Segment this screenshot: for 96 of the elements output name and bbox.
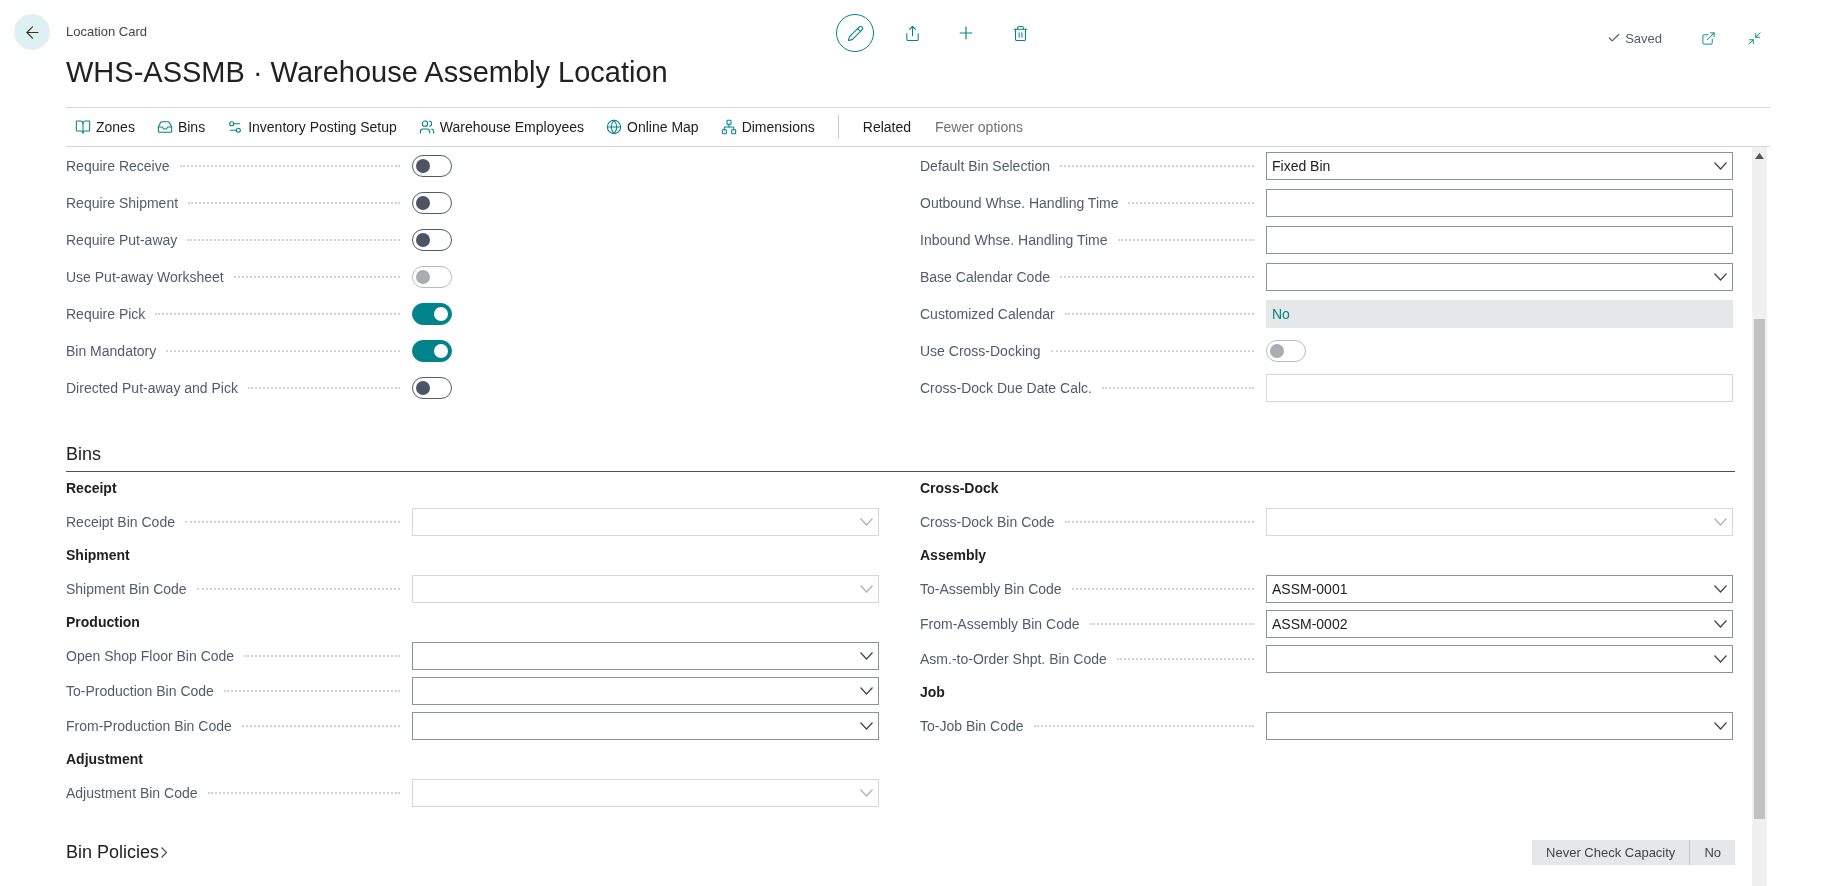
toggle-switch[interactable] (412, 191, 452, 214)
field-label: Use Put-away Worksheet (66, 268, 224, 285)
group-title: Receipt (66, 479, 118, 498)
summary-value: Never Check Capacity (1545, 844, 1677, 862)
dropdown-field[interactable] (1266, 644, 1733, 673)
tray-icon (156, 119, 173, 135)
chevron-down-icon (1714, 272, 1727, 281)
input-field[interactable] (1266, 188, 1733, 217)
field-label: Base Calendar Code (920, 268, 1050, 285)
dropdown-field[interactable] (412, 676, 879, 705)
chevron-down-icon (1714, 654, 1727, 663)
field-label: Require Receive (66, 157, 170, 174)
group-title: Adjustment (66, 750, 144, 769)
dropdown-field[interactable] (1266, 262, 1733, 291)
chevron-down-icon (860, 788, 873, 797)
readonly-field: No (1266, 299, 1733, 328)
chevron-down-icon (860, 686, 873, 695)
chevron-down-icon (1714, 584, 1727, 593)
field-label: Require Shipment (66, 194, 179, 211)
action-button[interactable]: Bins (147, 115, 215, 139)
dropdown-field[interactable]: ASSM-0001 (1266, 574, 1733, 603)
section-title: Bins (66, 444, 1735, 472)
external-link-icon (1700, 30, 1716, 46)
field-label: Default Bin Selection (920, 157, 1050, 174)
field-label: Require Pick (66, 305, 146, 322)
input-field[interactable] (1266, 225, 1733, 254)
trash-icon (1011, 24, 1029, 42)
chevron-down-icon (1714, 721, 1727, 730)
toggle-switch[interactable] (412, 339, 452, 362)
dropdown-field[interactable]: ASSM-0002 (1266, 609, 1733, 638)
action-button[interactable]: Zones (66, 115, 144, 139)
people-icon (418, 119, 435, 135)
chevron-right-icon (161, 847, 168, 858)
field-label: Require Put-away (66, 231, 178, 248)
edit-button[interactable] (836, 14, 874, 52)
field-label: Customized Calendar (920, 305, 1055, 322)
field-label: Bin Mandatory (66, 342, 157, 359)
collapse-icon (1746, 30, 1762, 46)
check-icon (1607, 31, 1622, 45)
scroll-up-icon[interactable] (1755, 153, 1764, 159)
book-icon (75, 119, 91, 135)
sliders-icon (227, 119, 244, 135)
action-button[interactable]: Inventory Posting Setup (218, 115, 406, 139)
field-label: Inbound Whse. Handling Time (920, 231, 1108, 248)
toggle-switch[interactable] (412, 228, 452, 251)
chevron-down-icon (1714, 619, 1727, 628)
group-title: Job (920, 683, 946, 702)
toggle-switch[interactable] (412, 302, 452, 325)
action-button[interactable]: Online Map (597, 115, 708, 139)
field-label: Asm.-to-Order Shpt. Bin Code (920, 650, 1107, 667)
field-label: From-Production Bin Code (66, 717, 232, 734)
group-title: Assembly (920, 546, 988, 565)
scrollbar-thumb[interactable] (1754, 319, 1765, 819)
group-title: Production (66, 613, 141, 632)
field-label: Directed Put-away and Pick (66, 379, 238, 396)
field-label: Receipt Bin Code (66, 513, 175, 530)
back-button[interactable] (14, 14, 50, 50)
menu-button[interactable]: Related (852, 115, 922, 139)
field-label: Adjustment Bin Code (66, 784, 198, 801)
dropdown-field[interactable] (1266, 711, 1733, 740)
chevron-down-icon (860, 584, 873, 593)
group-title: Shipment (66, 546, 131, 565)
section-toggle[interactable]: Bin Policies (66, 842, 168, 863)
toggle-switch[interactable] (412, 154, 452, 177)
breadcrumb: Location Card (66, 24, 148, 39)
page-title: WHS-ASSMB · Warehouse Assembly Location (66, 56, 669, 89)
field-label: Cross-Dock Due Date Calc. (920, 379, 1092, 396)
menu-button[interactable]: Fewer options (925, 115, 1033, 139)
group-title: Cross-Dock (920, 479, 1000, 498)
saved-status: Saved (1625, 30, 1662, 46)
action-button[interactable]: Dimensions (711, 115, 824, 139)
field-label: Cross-Dock Bin Code (920, 513, 1055, 530)
toggle-switch[interactable] (412, 376, 452, 399)
field-label: To-Assembly Bin Code (920, 580, 1062, 597)
dropdown-field[interactable]: Fixed Bin (1266, 151, 1733, 180)
chevron-down-icon (860, 721, 873, 730)
field-label: Open Shop Floor Bin Code (66, 647, 235, 664)
field-label: Use Cross-Docking (920, 342, 1041, 359)
field-label: Outbound Whse. Handling Time (920, 194, 1119, 211)
globe-icon (606, 119, 623, 135)
scrollbar[interactable] (1752, 147, 1767, 886)
chevron-down-icon (1714, 517, 1727, 526)
action-button[interactable]: Warehouse Employees (409, 115, 594, 139)
field-label: To-Production Bin Code (66, 682, 214, 699)
field-label: From-Assembly Bin Code (920, 615, 1080, 632)
dropdown-field[interactable] (412, 641, 879, 670)
pencil-icon (846, 24, 864, 42)
field-label: Shipment Bin Code (66, 580, 187, 597)
summary-value: No (1689, 840, 1735, 865)
field-label: To-Job Bin Code (920, 717, 1024, 734)
dropdown-field[interactable] (412, 711, 879, 740)
chevron-down-icon (860, 517, 873, 526)
chevron-down-icon (860, 651, 873, 660)
network-icon (720, 119, 737, 135)
chevron-down-icon (1714, 161, 1727, 170)
share-icon (903, 24, 921, 42)
